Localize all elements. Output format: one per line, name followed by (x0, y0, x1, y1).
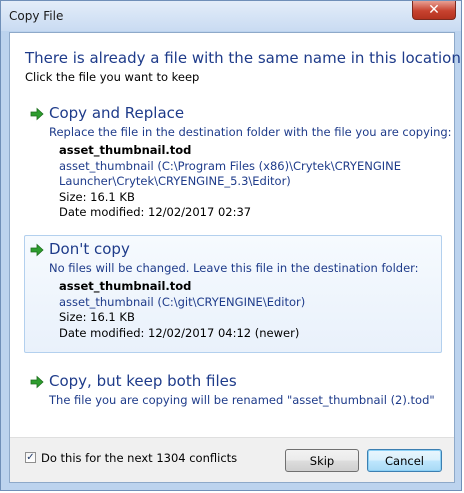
green-arrow-icon (30, 243, 44, 257)
file-path-continued: Launcher\Crytek\CRYENGINE_5.3\Editor) (59, 174, 291, 188)
option-description: The file you are copying will be renamed… (49, 393, 435, 407)
skip-button[interactable]: Skip (285, 449, 359, 472)
file-date-modified: Date modified: 12/02/2017 04:12 (newer) (59, 325, 300, 340)
copy-file-dialog: Copy File ✕ There is already a file with… (0, 0, 462, 491)
command-area: ✓ Do this for the next 1304 conflicts Sk… (10, 437, 454, 482)
destination-file-info: asset_thumbnail.tod asset_thumbnail (C:\… (59, 279, 305, 341)
green-arrow-icon (30, 107, 44, 121)
option-title: Copy and Replace (49, 104, 185, 122)
option-description: No files will be changed. Leave this fil… (49, 261, 419, 275)
file-name: asset_thumbnail.tod (59, 279, 192, 293)
cancel-button[interactable]: Cancel (367, 449, 442, 472)
window-title: Copy File (9, 9, 64, 23)
copy-and-replace-option[interactable]: Copy and Replace Replace the file in the… (24, 99, 452, 219)
option-title: Don't copy (49, 240, 130, 258)
source-file-info: asset_thumbnail.tod asset_thumbnail (C:\… (59, 143, 401, 221)
file-path: asset_thumbnail (C:\Program Files (x86)\… (59, 158, 401, 173)
file-path: asset_thumbnail (C:\git\CRYENGINE\Editor… (59, 294, 306, 309)
close-button[interactable]: ✕ (412, 1, 456, 20)
dont-copy-option[interactable]: Don't copy No files will be changed. Lea… (24, 235, 442, 353)
option-title: Copy, but keep both files (49, 372, 237, 390)
dialog-content: There is already a file with the same na… (9, 32, 461, 483)
apply-to-all-label[interactable]: Do this for the next 1304 conflicts (41, 451, 237, 465)
green-arrow-icon (30, 375, 44, 389)
keep-both-option[interactable]: Copy, but keep both files The file you a… (24, 367, 442, 413)
checkmark-icon: ✓ (26, 451, 35, 463)
main-instruction: There is already a file with the same na… (25, 49, 462, 67)
apply-to-all-checkbox[interactable]: ✓ (25, 452, 36, 463)
title-bar[interactable]: Copy File ✕ (1, 1, 461, 31)
file-size: Size: 16.1 KB (59, 310, 135, 324)
close-icon: ✕ (428, 2, 440, 18)
file-size: Size: 16.1 KB (59, 189, 135, 204)
file-name: asset_thumbnail.tod (59, 143, 192, 157)
option-description: Replace the file in the destination fold… (49, 125, 452, 139)
sub-instruction: Click the file you want to keep (25, 70, 200, 84)
file-date-modified: Date modified: 12/02/2017 02:37 (59, 205, 252, 219)
